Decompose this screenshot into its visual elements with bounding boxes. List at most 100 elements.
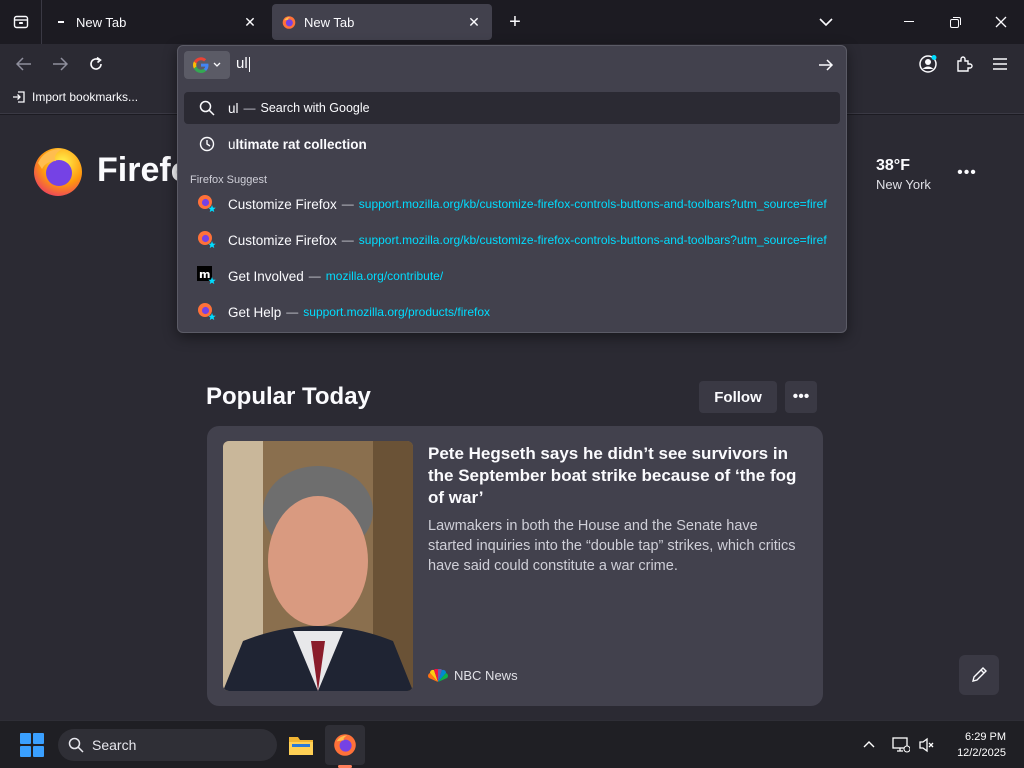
svg-text:m: m: [199, 268, 210, 281]
taskbar-search-box[interactable]: Search: [58, 729, 277, 761]
reload-button[interactable]: [82, 50, 110, 78]
windows-start-icon[interactable]: [20, 733, 44, 757]
restore-icon: [949, 16, 961, 28]
search-icon: [68, 737, 84, 753]
result-action: Search with Google: [260, 101, 370, 115]
weather-menu-button[interactable]: •••: [956, 164, 978, 181]
result-separator: —: [341, 233, 354, 247]
google-icon: [193, 57, 209, 73]
mozilla-m-icon: m: [194, 266, 220, 286]
tab-title: New Tab: [304, 14, 355, 30]
result-title: ustomize Firefox: [237, 232, 337, 248]
search-engine-button[interactable]: [184, 51, 230, 79]
tab-new-tab-2[interactable]: New Tab ✕: [272, 4, 492, 40]
network-status-button[interactable]: [890, 735, 912, 755]
result-suggest-customize-2[interactable]: Customize Firefox — support.mozilla.org/…: [184, 224, 840, 256]
result-history[interactable]: u ltimate rat collection: [184, 128, 840, 160]
windows-taskbar: Search 6:29 PM 12/2/2025: [0, 720, 1024, 768]
new-tab-button[interactable]: +: [502, 8, 528, 36]
chevron-down-icon: [213, 62, 221, 67]
pencil-icon: [972, 667, 987, 682]
close-tab-icon[interactable]: ✕: [466, 14, 482, 30]
extensions-button[interactable]: [950, 50, 978, 78]
firefox-view-button[interactable]: [0, 0, 42, 44]
history-clock-icon: [194, 134, 220, 154]
import-bookmarks-button[interactable]: Import bookmarks...: [12, 90, 138, 104]
more-dots-icon: •••: [957, 164, 977, 181]
result-suggest-get-help[interactable]: Get Help — support.mozilla.org/products/…: [184, 296, 840, 328]
close-tab-icon[interactable]: ✕: [242, 14, 258, 30]
result-separator: —: [308, 269, 321, 283]
close-window-button[interactable]: [978, 0, 1024, 44]
story-description: Lawmakers in both the House and the Sena…: [428, 518, 796, 574]
result-title: Get Involved: [228, 268, 304, 284]
section-more-button[interactable]: •••: [785, 381, 817, 413]
firefox-favicon-icon: [282, 15, 296, 29]
hamburger-icon: [993, 58, 1007, 70]
firefox-view-icon: [13, 15, 28, 29]
file-explorer-button[interactable]: [281, 725, 321, 765]
maximize-button[interactable]: [932, 0, 978, 44]
clock-date: 12/2/2025: [957, 747, 1006, 759]
firefox-suggest-label: Firefox Suggest: [190, 174, 268, 186]
result-url: support.mozilla.org/products/firefox: [303, 305, 491, 319]
result-title-completion: ltimate rat collection: [235, 136, 367, 152]
firefox-taskbar-button[interactable]: [325, 725, 365, 765]
story-source: NBC News: [428, 668, 518, 683]
result-separator: —: [243, 101, 256, 115]
back-arrow-icon: [16, 57, 31, 71]
system-clock[interactable]: 6:29 PM 12/2/2025: [944, 729, 1006, 761]
import-icon: [13, 91, 25, 103]
story-card[interactable]: Pete Hegseth says he didn’t see survivor…: [207, 426, 823, 706]
forward-arrow-icon: [53, 57, 68, 71]
volume-button[interactable]: [916, 735, 938, 755]
plus-icon: +: [509, 10, 521, 33]
result-title: Get Help: [228, 304, 282, 320]
weather-widget[interactable]: 38°F New York: [876, 157, 931, 192]
result-title-typed: u: [228, 136, 236, 152]
address-input-text: ul: [236, 55, 248, 72]
follow-button[interactable]: Follow: [699, 381, 777, 413]
tab-strip: New Tab ✕ New Tab ✕ +: [0, 0, 1024, 44]
firefox-logo-icon: [32, 145, 84, 197]
result-search-google[interactable]: ul — Search with Google: [184, 92, 840, 124]
folder-icon: [289, 737, 313, 755]
text-caret: [248, 56, 250, 72]
result-separator: —: [286, 305, 299, 319]
result-query: ul: [228, 100, 239, 116]
minimize-icon: [904, 21, 914, 22]
weather-city: New York: [876, 177, 931, 192]
firefox-star-icon: [194, 230, 220, 250]
section-title: Popular Today: [206, 383, 371, 410]
firefox-star-icon: [194, 302, 220, 322]
forward-button[interactable]: [46, 50, 74, 78]
list-all-tabs-button[interactable]: [814, 10, 838, 34]
story-image: [223, 441, 413, 691]
result-suggest-customize-1[interactable]: Customize Firefox — support.mozilla.org/…: [184, 188, 840, 220]
go-button[interactable]: [815, 54, 837, 76]
result-suggest-get-involved[interactable]: m Get Involved — mozilla.org/contribute/: [184, 260, 840, 292]
minimize-button[interactable]: [886, 0, 932, 44]
app-menu-button[interactable]: [986, 50, 1014, 78]
tab-new-tab-1[interactable]: New Tab ✕: [44, 4, 268, 40]
urlbar-dropdown: ul ul — Search with Google u ltimate rat …: [177, 45, 847, 333]
network-monitor-icon: [892, 737, 910, 753]
back-button[interactable]: [10, 50, 38, 78]
result-url: support.mozilla.org/kb/customize-firefox…: [358, 197, 827, 211]
story-title[interactable]: Pete Hegseth says he didn’t see survivor…: [428, 443, 804, 509]
arrow-right-icon: [819, 59, 834, 71]
reload-icon: [90, 56, 102, 70]
customize-button[interactable]: [959, 655, 999, 695]
address-input[interactable]: ul: [236, 55, 250, 72]
search-icon: [194, 98, 220, 118]
show-hidden-icons-button[interactable]: [860, 735, 878, 753]
firefox-star-icon: [194, 194, 220, 214]
puzzle-icon: [957, 56, 973, 72]
result-url: support.mozilla.org/kb/customize-firefox…: [358, 233, 827, 247]
close-icon: [995, 16, 1007, 28]
speaker-muted-icon: [919, 737, 934, 753]
result-separator: —: [341, 197, 354, 211]
result-title-typed: C: [228, 232, 238, 248]
story-source-name: NBC News: [454, 668, 518, 683]
account-button[interactable]: [914, 50, 942, 78]
